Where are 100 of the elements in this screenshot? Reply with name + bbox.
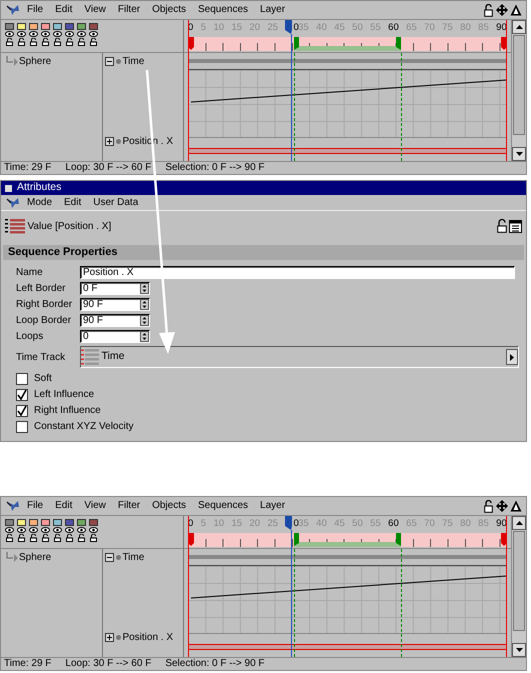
scroll-up-button[interactable] bbox=[512, 20, 526, 34]
menu-item[interactable]: Objects bbox=[146, 500, 192, 512]
menu-item[interactable]: Mode bbox=[21, 196, 58, 208]
lock-icon[interactable] bbox=[484, 500, 493, 512]
eye-icon[interactable] bbox=[17, 30, 26, 36]
scroll-up-button[interactable] bbox=[512, 516, 526, 530]
expand-toggle[interactable] bbox=[105, 552, 114, 562]
flag-icon[interactable] bbox=[294, 533, 300, 546]
window-box-icon[interactable] bbox=[5, 184, 12, 192]
spinner-icon[interactable] bbox=[140, 314, 149, 326]
time-range-bar[interactable] bbox=[188, 533, 507, 547]
layer-swatch[interactable] bbox=[17, 22, 26, 30]
curve-graph[interactable] bbox=[188, 69, 507, 138]
track-bar[interactable] bbox=[188, 644, 507, 650]
checkbox[interactable] bbox=[16, 372, 28, 384]
lock-icon[interactable] bbox=[6, 534, 13, 542]
curve-graph[interactable] bbox=[188, 565, 507, 634]
lock-icon[interactable] bbox=[66, 534, 73, 542]
pin-icon[interactable] bbox=[5, 499, 21, 513]
eye-icon[interactable] bbox=[89, 30, 98, 36]
number-field[interactable]: 0 F bbox=[80, 282, 150, 294]
menu-item[interactable]: File bbox=[21, 500, 50, 512]
eye-icon[interactable] bbox=[29, 526, 38, 532]
track-bar[interactable] bbox=[188, 555, 507, 559]
lock-icon[interactable] bbox=[66, 38, 73, 46]
layer-swatch[interactable] bbox=[65, 22, 74, 30]
flag-icon[interactable] bbox=[294, 37, 300, 50]
menu-item[interactable]: File bbox=[21, 4, 50, 16]
menu-item[interactable]: Layer bbox=[254, 4, 292, 16]
layer-swatch[interactable] bbox=[89, 518, 98, 526]
flag-icon[interactable] bbox=[396, 37, 401, 50]
lock-icon[interactable] bbox=[42, 534, 49, 542]
time-range-bar[interactable] bbox=[188, 37, 507, 51]
eye-icon[interactable] bbox=[65, 526, 74, 532]
lock-icon[interactable] bbox=[78, 38, 85, 46]
lock-icon[interactable] bbox=[90, 534, 97, 542]
name-field[interactable]: Position . X bbox=[80, 266, 515, 278]
eye-icon[interactable] bbox=[5, 30, 14, 36]
track-label[interactable]: Time bbox=[122, 550, 144, 564]
lock-icon[interactable] bbox=[18, 38, 25, 46]
layer-swatch[interactable] bbox=[41, 518, 50, 526]
layer-swatch[interactable] bbox=[41, 22, 50, 30]
menu-item[interactable]: Filter bbox=[112, 500, 146, 512]
panel-icon[interactable] bbox=[509, 220, 522, 232]
lock-icon[interactable] bbox=[484, 4, 493, 16]
triangle-icon[interactable] bbox=[510, 4, 522, 16]
object-label[interactable]: Sphere bbox=[19, 550, 52, 564]
menu-item[interactable]: Edit bbox=[49, 500, 78, 512]
triangle-icon[interactable] bbox=[510, 500, 522, 512]
eye-icon[interactable] bbox=[89, 526, 98, 532]
eye-icon[interactable] bbox=[77, 30, 86, 36]
spinner-icon[interactable] bbox=[140, 298, 149, 310]
eye-icon[interactable] bbox=[53, 30, 62, 36]
menu-item[interactable]: View bbox=[78, 4, 112, 16]
eye-icon[interactable] bbox=[65, 30, 74, 36]
layer-swatch[interactable] bbox=[53, 22, 62, 30]
menu-item[interactable]: Edit bbox=[49, 4, 78, 16]
checkbox-label[interactable]: Right Influence bbox=[34, 403, 101, 418]
object-label[interactable]: Sphere bbox=[19, 54, 52, 68]
move-icon[interactable] bbox=[496, 500, 508, 512]
lock-icon[interactable] bbox=[54, 38, 61, 46]
menu-item[interactable]: User Data bbox=[87, 196, 144, 208]
menu-item[interactable]: Filter bbox=[112, 4, 146, 16]
number-field[interactable]: 0 bbox=[80, 330, 150, 342]
eye-icon[interactable] bbox=[77, 526, 86, 532]
menu-item[interactable]: Layer bbox=[254, 500, 292, 512]
eye-icon[interactable] bbox=[5, 526, 14, 532]
checkbox-label[interactable]: Soft bbox=[34, 371, 52, 386]
lock-icon[interactable] bbox=[42, 38, 49, 46]
menu-item[interactable]: View bbox=[78, 500, 112, 512]
lock-icon[interactable] bbox=[78, 534, 85, 542]
link-field[interactable]: Time bbox=[80, 346, 519, 368]
checkbox[interactable] bbox=[16, 388, 28, 400]
eye-icon[interactable] bbox=[41, 30, 50, 36]
eye-icon[interactable] bbox=[29, 30, 38, 36]
checkbox-label[interactable]: Left Influence bbox=[34, 387, 94, 402]
menu-item[interactable]: Edit bbox=[58, 196, 88, 208]
lock-icon[interactable] bbox=[30, 38, 37, 46]
eye-icon[interactable] bbox=[53, 526, 62, 532]
layer-swatch[interactable] bbox=[77, 22, 86, 30]
flag-icon[interactable] bbox=[396, 533, 401, 546]
scroll-down-button[interactable] bbox=[512, 643, 526, 657]
layer-swatch[interactable] bbox=[5, 22, 14, 30]
spinner-icon[interactable] bbox=[140, 282, 149, 294]
expand-toggle[interactable] bbox=[105, 632, 114, 642]
layer-swatch[interactable] bbox=[53, 518, 62, 526]
number-field[interactable]: 90 F bbox=[80, 298, 150, 310]
number-field[interactable]: 90 F bbox=[80, 314, 150, 326]
eye-icon[interactable] bbox=[41, 526, 50, 532]
menu-item[interactable]: Sequences bbox=[192, 500, 254, 512]
layer-swatch[interactable] bbox=[29, 22, 38, 30]
spinner-icon[interactable] bbox=[140, 330, 149, 342]
layer-swatch[interactable] bbox=[5, 518, 14, 526]
track-bar[interactable] bbox=[188, 148, 507, 154]
layer-swatch[interactable] bbox=[17, 518, 26, 526]
pin-icon[interactable] bbox=[5, 196, 21, 210]
eye-icon[interactable] bbox=[17, 526, 26, 532]
lock-icon[interactable] bbox=[90, 38, 97, 46]
expand-toggle[interactable] bbox=[105, 56, 114, 66]
scrollbar-thumb[interactable] bbox=[513, 531, 525, 631]
